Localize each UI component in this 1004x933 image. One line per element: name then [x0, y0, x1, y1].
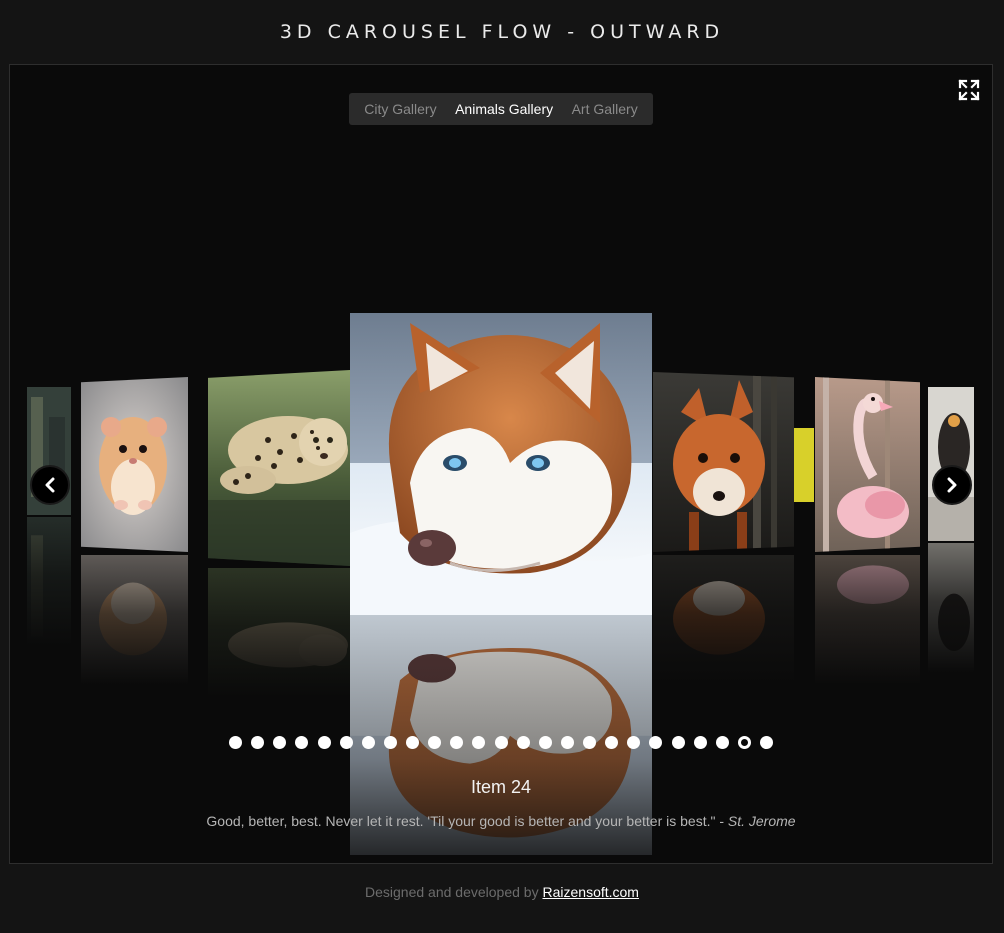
pagination-dot[interactable] [627, 735, 641, 749]
pagination-dot[interactable] [516, 735, 530, 749]
reflection [27, 517, 71, 647]
pagination-dot[interactable] [671, 735, 685, 749]
carousel-slide-hamster[interactable] [81, 377, 188, 552]
reflection [208, 568, 350, 698]
carousel-slide-fox[interactable] [653, 372, 794, 552]
tab-art-gallery[interactable]: Art Gallery [566, 101, 644, 117]
prev-button[interactable] [30, 465, 70, 505]
carousel-slide-leopard[interactable] [208, 370, 350, 566]
page-header: 3D CAROUSEL FLOW - OUTWARD [0, 0, 1004, 64]
carousel-slide-edge-yellow[interactable] [794, 428, 814, 502]
pagination-dot[interactable] [693, 735, 707, 749]
pagination-dot[interactable] [649, 735, 663, 749]
footer-link[interactable]: Raizensoft.com [542, 884, 638, 900]
reflection [653, 555, 794, 685]
pagination-dots [229, 735, 773, 749]
pagination-dot[interactable] [361, 735, 375, 749]
pagination-dot[interactable] [295, 735, 309, 749]
pagination-dot[interactable] [494, 735, 508, 749]
pagination-dot[interactable] [251, 735, 265, 749]
page-title: 3D CAROUSEL FLOW - OUTWARD [279, 21, 725, 43]
pagination-dot[interactable] [560, 735, 574, 749]
caption-quote-text: Good, better, best. Never let it rest. '… [206, 813, 728, 829]
pagination-dot[interactable] [406, 735, 419, 749]
reflection [815, 555, 920, 685]
pagination-dot[interactable] [538, 735, 552, 749]
pagination-dot[interactable] [339, 735, 353, 749]
pagination-dot[interactable] [472, 735, 486, 749]
carousel-stage: City Gallery Animals Gallery Art Gallery… [9, 64, 993, 864]
footer-text: Designed and developed by [365, 884, 543, 900]
reflection [928, 543, 974, 673]
pagination-dot[interactable] [317, 735, 331, 749]
pagination-dot[interactable] [583, 735, 596, 749]
pagination-dot[interactable] [760, 735, 773, 749]
pagination-dot[interactable] [229, 735, 242, 749]
tab-animals-gallery[interactable]: Animals Gallery [449, 101, 559, 117]
carousel-slide-husky[interactable] [350, 313, 652, 615]
fullscreen-expand-icon [958, 79, 980, 101]
carousel-slide-flamingo[interactable] [815, 377, 920, 552]
reflection [81, 555, 188, 685]
next-button[interactable] [932, 465, 972, 505]
gallery-tabs: City Gallery Animals Gallery Art Gallery [349, 93, 653, 125]
pagination-dot-active[interactable] [737, 735, 751, 749]
pagination-dot[interactable] [273, 735, 287, 749]
chevron-left-icon [45, 477, 55, 493]
chevron-right-icon [947, 477, 957, 493]
pagination-dot[interactable] [428, 735, 442, 749]
footer: Designed and developed by Raizensoft.com [0, 884, 1004, 900]
caption-author: St. Jerome [727, 813, 796, 829]
tab-city-gallery[interactable]: City Gallery [358, 101, 442, 117]
pagination-dot[interactable] [450, 735, 464, 749]
pagination-dot[interactable] [715, 735, 729, 749]
carousel-slide-edge-right[interactable] [928, 387, 974, 541]
fullscreen-button[interactable] [958, 79, 980, 101]
pagination-dot[interactable] [605, 735, 619, 749]
caption-quote: Good, better, best. Never let it rest. '… [10, 813, 992, 829]
caption-title: Item 24 [470, 777, 532, 797]
pagination-dot[interactable] [383, 735, 397, 749]
